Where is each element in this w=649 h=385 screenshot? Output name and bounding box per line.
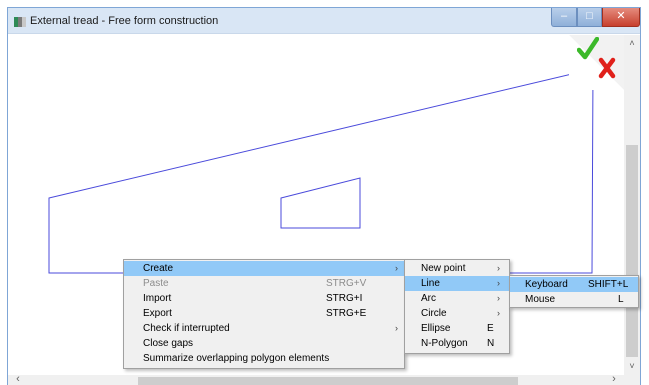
menu-item-label: Export bbox=[143, 308, 172, 319]
scroll-right-icon[interactable]: › bbox=[606, 375, 622, 385]
create-submenu: New point › Line › Arc › Circle › Ellips… bbox=[404, 259, 510, 354]
menu-item-paste[interactable]: Paste STRG+V bbox=[124, 276, 404, 291]
app-icon bbox=[14, 17, 26, 27]
submenu-item-shortcut: N bbox=[487, 338, 495, 349]
menu-item-import[interactable]: Import STRG+I bbox=[124, 291, 404, 306]
submenu-item-label: N-Polygon bbox=[421, 338, 468, 349]
submenu-item-line[interactable]: Line › bbox=[405, 276, 509, 291]
submenu-item-label: Line bbox=[421, 278, 440, 289]
submenu-item-label: Ellipse bbox=[421, 323, 451, 334]
x-icon[interactable] bbox=[597, 56, 617, 80]
menu-item-summarize-overlapping[interactable]: Summarize overlapping polygon elements bbox=[124, 351, 404, 366]
chevron-right-icon: › bbox=[497, 293, 500, 303]
menu-item-shortcut: STRG+V bbox=[326, 278, 367, 289]
submenu-item-label: Mouse bbox=[525, 294, 556, 305]
menu-item-label: Summarize overlapping polygon elements bbox=[143, 353, 330, 364]
scroll-left-icon[interactable]: ‹ bbox=[10, 375, 26, 385]
line-submenu: Keyboard SHIFT+L Mouse L bbox=[509, 275, 639, 308]
menu-item-label: Import bbox=[143, 293, 172, 304]
close-button[interactable]: ✕ bbox=[602, 8, 640, 27]
menu-item-create[interactable]: Create › bbox=[124, 261, 404, 276]
submenu-item-shortcut: L bbox=[618, 294, 624, 305]
menu-item-shortcut: STRG+E bbox=[326, 308, 367, 319]
submenu-item-keyboard[interactable]: Keyboard SHIFT+L bbox=[510, 277, 638, 292]
submenu-item-ellipse[interactable]: Ellipse E bbox=[405, 321, 509, 336]
menu-item-shortcut: STRG+I bbox=[326, 293, 363, 304]
vertical-scroll-thumb[interactable] bbox=[626, 145, 638, 357]
scrollbar-corner bbox=[624, 375, 640, 385]
chevron-right-icon: › bbox=[497, 308, 500, 318]
chevron-right-icon: › bbox=[497, 263, 500, 273]
menu-item-close-gaps[interactable]: Close gaps bbox=[124, 336, 404, 351]
chevron-right-icon: › bbox=[497, 278, 500, 288]
cutout-outline[interactable] bbox=[280, 177, 361, 229]
submenu-item-new-point[interactable]: New point › bbox=[405, 261, 509, 276]
minimize-button[interactable]: – bbox=[551, 8, 577, 27]
menu-item-label: Close gaps bbox=[143, 338, 194, 349]
submenu-item-n-polygon[interactable]: N-Polygon N bbox=[405, 336, 509, 351]
submenu-item-label: New point bbox=[421, 263, 466, 274]
check-icon[interactable] bbox=[577, 37, 599, 61]
submenu-item-shortcut: E bbox=[487, 323, 494, 334]
submenu-item-mouse[interactable]: Mouse L bbox=[510, 292, 638, 307]
menu-item-label: Check if interrupted bbox=[143, 323, 230, 334]
chevron-right-icon: › bbox=[395, 263, 398, 273]
submenu-item-arc[interactable]: Arc › bbox=[405, 291, 509, 306]
vertical-scrollbar[interactable]: ˄ ˅ bbox=[624, 35, 640, 375]
menu-item-label: Create bbox=[143, 263, 174, 274]
scroll-up-icon[interactable]: ˄ bbox=[624, 35, 640, 52]
menu-item-label: Paste bbox=[143, 278, 169, 289]
chevron-right-icon: › bbox=[395, 323, 398, 333]
horizontal-scrollbar[interactable]: ‹ › bbox=[8, 375, 624, 385]
tread-outline[interactable] bbox=[48, 68, 594, 274]
menu-item-export[interactable]: Export STRG+E bbox=[124, 306, 404, 321]
menu-item-check-if-interrupted[interactable]: Check if interrupted › bbox=[124, 321, 404, 336]
submenu-item-shortcut: SHIFT+L bbox=[588, 279, 629, 290]
maximize-button[interactable]: □ bbox=[577, 8, 602, 27]
action-corner bbox=[569, 35, 624, 90]
scroll-down-icon[interactable]: ˅ bbox=[624, 358, 640, 375]
submenu-item-label: Keyboard bbox=[525, 279, 568, 290]
submenu-item-circle[interactable]: Circle › bbox=[405, 306, 509, 321]
title-bar[interactable]: External tread - Free form construction … bbox=[8, 8, 640, 34]
horizontal-scroll-thumb[interactable] bbox=[138, 377, 518, 385]
context-menu: Create › Paste STRG+V Import STRG+I Expo… bbox=[123, 259, 405, 369]
submenu-item-label: Arc bbox=[421, 293, 436, 304]
window-title: External tread - Free form construction bbox=[30, 15, 219, 27]
submenu-item-label: Circle bbox=[421, 308, 447, 319]
